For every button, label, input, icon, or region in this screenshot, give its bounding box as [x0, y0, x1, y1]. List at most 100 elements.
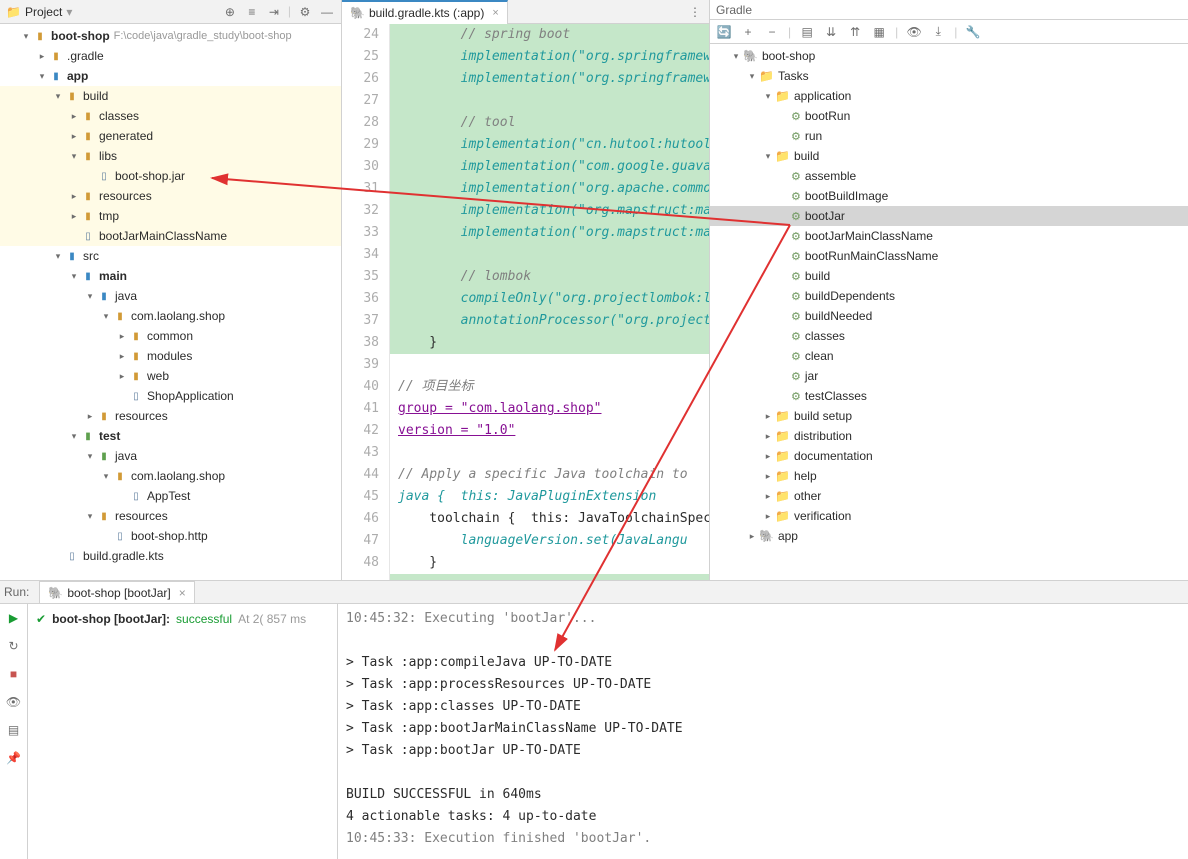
expand-icon[interactable]: ≡ [244, 4, 260, 20]
chevron-icon[interactable]: ▸ [36, 50, 48, 62]
editor-body[interactable]: 2425262728293031323334353637383940414243… [342, 24, 709, 580]
chevron-icon[interactable]: ▸ [116, 350, 128, 362]
code-line[interactable]: annotationProcessor("org.projectl [390, 310, 709, 332]
chevron-icon[interactable] [778, 310, 790, 322]
gradle-row[interactable]: ⚙clean [710, 346, 1188, 366]
gradle-row[interactable]: ▾🐘boot-shop [710, 46, 1188, 66]
chevron-icon[interactable] [778, 390, 790, 402]
gradle-row[interactable]: ▸🐘app [710, 526, 1188, 546]
run-tree[interactable]: ✔ boot-shop [bootJar]: successful At 2( … [28, 604, 338, 859]
chevron-icon[interactable] [778, 230, 790, 242]
tree-row[interactable]: ▸▮resources [0, 406, 341, 426]
editor-code-area[interactable]: // spring boot implementation("org.sprin… [390, 24, 709, 580]
gradle-row[interactable]: ⚙bootRunMainClassName [710, 246, 1188, 266]
refresh-icon[interactable]: 🔄 [716, 24, 732, 40]
chevron-icon[interactable]: ▸ [68, 190, 80, 202]
chevron-icon[interactable]: ▾ [84, 290, 96, 302]
chevron-icon[interactable] [778, 370, 790, 382]
tree-row[interactable]: ▾▮com.laolang.shop [0, 466, 341, 486]
run-config-icon[interactable]: ▤ [799, 24, 815, 40]
rerun-icon[interactable]: ↻ [6, 638, 22, 654]
tree-row[interactable]: ▸▮.gradle [0, 46, 341, 66]
chevron-icon[interactable]: ▾ [68, 270, 80, 282]
chevron-icon[interactable]: ▸ [116, 330, 128, 342]
run-tab[interactable]: 🐘 boot-shop [bootJar] × [39, 581, 194, 603]
offline-icon[interactable]: ⤓ [930, 24, 946, 40]
chevron-icon[interactable]: ▸ [762, 470, 774, 482]
editor-tab-build-gradle[interactable]: 🐘 build.gradle.kts (:app) × [342, 0, 508, 24]
chevron-icon[interactable]: ▾ [84, 450, 96, 462]
chevron-icon[interactable]: ▾ [730, 50, 742, 62]
wrench-icon[interactable]: 🔧 [965, 24, 981, 40]
chevron-icon[interactable]: ▾ [68, 150, 80, 162]
chevron-icon[interactable]: ▸ [762, 510, 774, 522]
code-line[interactable]: implementation("org.springframework [390, 46, 709, 68]
chevron-icon[interactable] [778, 210, 790, 222]
tree-row[interactable]: ▯AppTest [0, 486, 341, 506]
tree-row[interactable]: ▸▮common [0, 326, 341, 346]
gradle-row[interactable]: ⚙assemble [710, 166, 1188, 186]
code-line[interactable] [390, 244, 709, 266]
gradle-row[interactable]: ▾📁Tasks [710, 66, 1188, 86]
settings-icon[interactable]: ⚙ [297, 4, 313, 20]
code-line[interactable] [390, 442, 709, 464]
analyze-icon[interactable]: 👁 [906, 24, 922, 40]
tree-row[interactable]: ▾▮boot-shopF:\code\java\gradle_study\boo… [0, 26, 341, 46]
code-line[interactable] [390, 354, 709, 376]
chevron-icon[interactable]: ▸ [746, 530, 758, 542]
gradle-row[interactable]: ▸📁distribution [710, 426, 1188, 446]
gradle-row[interactable]: ⚙bootBuildImage [710, 186, 1188, 206]
chevron-icon[interactable] [778, 170, 790, 182]
chevron-icon[interactable]: ▸ [68, 210, 80, 222]
code-line[interactable]: version = "1.0" [390, 420, 709, 442]
chevron-icon[interactable] [116, 390, 128, 402]
code-line[interactable]: group = "com.laolang.shop" [390, 398, 709, 420]
dropdown-icon[interactable]: ▾ [66, 5, 72, 19]
chevron-icon[interactable] [778, 290, 790, 302]
chevron-icon[interactable]: ▾ [762, 90, 774, 102]
gradle-row[interactable]: ⚙jar [710, 366, 1188, 386]
tree-row[interactable]: ▾▮com.laolang.shop [0, 306, 341, 326]
gradle-row[interactable]: ⚙testClasses [710, 386, 1188, 406]
code-line[interactable]: // lombok [390, 266, 709, 288]
hide-icon[interactable]: — [319, 4, 335, 20]
chevron-icon[interactable] [778, 250, 790, 262]
code-line[interactable]: } [390, 552, 709, 574]
tree-row[interactable]: ▾▮java [0, 286, 341, 306]
chevron-icon[interactable]: ▸ [68, 130, 80, 142]
close-icon[interactable]: × [492, 7, 498, 19]
chevron-icon[interactable]: ▾ [52, 90, 64, 102]
code-line[interactable] [390, 90, 709, 112]
tree-row[interactable]: ▾▮build [0, 86, 341, 106]
tree-row[interactable]: ▯ShopApplication [0, 386, 341, 406]
toggle-icon[interactable]: 👁 [6, 694, 22, 710]
gradle-row[interactable]: ▸📁verification [710, 506, 1188, 526]
add-icon[interactable]: + [740, 24, 756, 40]
gradle-row[interactable]: ⚙bootJarMainClassName [710, 226, 1188, 246]
collapse-icon[interactable]: ⇥ [266, 4, 282, 20]
layout-icon[interactable]: ▤ [6, 722, 22, 738]
tree-row[interactable]: ▾▮main [0, 266, 341, 286]
chevron-icon[interactable]: ▾ [84, 510, 96, 522]
stop-icon[interactable]: ■ [6, 666, 22, 682]
chevron-icon[interactable] [778, 130, 790, 142]
chevron-icon[interactable] [778, 110, 790, 122]
chevron-icon[interactable]: ▸ [68, 110, 80, 122]
remove-icon[interactable]: − [764, 24, 780, 40]
tree-row[interactable]: ▾▮resources [0, 506, 341, 526]
tree-row[interactable]: ▸▮modules [0, 346, 341, 366]
chevron-icon[interactable]: ▸ [762, 430, 774, 442]
chevron-icon[interactable]: ▸ [84, 410, 96, 422]
code-line[interactable]: implementation("cn.hutool:hutool- [390, 134, 709, 156]
close-icon[interactable]: × [179, 586, 186, 600]
gradle-row[interactable]: ⚙bootRun [710, 106, 1188, 126]
chevron-icon[interactable] [778, 330, 790, 342]
code-line[interactable]: languageVersion.set(JavaLangu [390, 530, 709, 552]
code-line[interactable]: toolchain { this: JavaToolchainSpec [390, 508, 709, 530]
code-line[interactable]: } [390, 332, 709, 354]
chevron-icon[interactable]: ▾ [52, 250, 64, 262]
chevron-icon[interactable]: ▾ [100, 310, 112, 322]
code-line[interactable]: implementation("org.mapstruct:map [390, 222, 709, 244]
gradle-row[interactable]: ▾📁application [710, 86, 1188, 106]
gradle-row[interactable]: ▸📁help [710, 466, 1188, 486]
